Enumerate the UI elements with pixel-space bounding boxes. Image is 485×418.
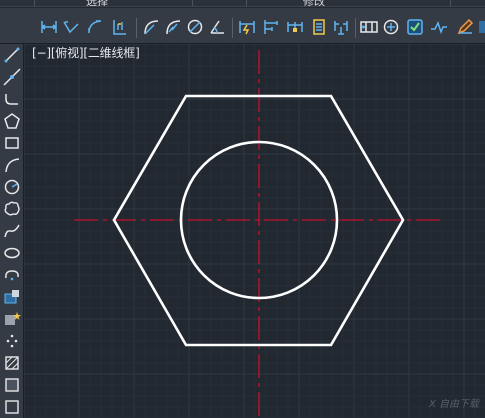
inspection-icon[interactable] [406, 18, 424, 36]
viewport-controls-label[interactable]: [−][俯视][二维线框] [32, 44, 140, 61]
ribbon-tab-strip: 选择 修改 [0, 0, 485, 7]
ellipse-arc-icon[interactable] [3, 266, 21, 284]
line-icon[interactable] [3, 46, 21, 64]
drawing-canvas[interactable]: [−][俯视][二维线框] [24, 44, 485, 418]
table-icon[interactable] [3, 398, 21, 416]
ribbon-tab-modify[interactable]: 修改 [303, 0, 325, 6]
arc-icon[interactable] [3, 156, 21, 174]
dimension-aligned-icon[interactable] [62, 18, 80, 36]
dimension-break-icon[interactable] [332, 18, 350, 36]
hatch-icon[interactable] [3, 354, 21, 372]
insert-block-icon[interactable] [3, 288, 21, 306]
circle-icon[interactable] [3, 178, 21, 196]
dimension-radius-icon[interactable] [142, 18, 160, 36]
polyline-icon[interactable] [3, 90, 21, 108]
dimension-ordinate-icon[interactable] [110, 18, 128, 36]
toolbar-separator [232, 18, 233, 38]
dimension-toolbar [0, 8, 485, 44]
ribbon-tab-select[interactable]: 选择 [86, 0, 108, 6]
jogged-linear-icon[interactable] [430, 18, 448, 36]
dimension-edit-icon[interactable] [456, 18, 474, 36]
toolbar-separator [355, 18, 356, 38]
quick-dimension-icon[interactable] [238, 18, 256, 36]
center-mark-icon[interactable] [382, 18, 400, 36]
grid [24, 44, 485, 418]
continue-dimension-icon[interactable] [286, 18, 304, 36]
ellipse-icon[interactable] [3, 244, 21, 262]
dimension-arc-icon[interactable] [86, 18, 104, 36]
tab-divider [34, 0, 35, 6]
dimension-linear-icon[interactable] [40, 18, 58, 36]
rectangle-icon[interactable] [3, 134, 21, 152]
model-space[interactable] [24, 44, 485, 418]
construction-line-icon[interactable] [3, 68, 21, 86]
revision-cloud-icon[interactable] [3, 200, 21, 218]
tab-divider [192, 0, 193, 6]
cad-application: 选择 修改 [−][俯视][二维线框] X 自由下载 [0, 0, 485, 418]
dimension-jogged-icon[interactable] [164, 18, 182, 36]
watermark: X 自由下载 [428, 399, 479, 410]
baseline-dimension-icon[interactable] [262, 18, 280, 36]
spline-icon[interactable] [3, 222, 21, 240]
dimension-space-icon[interactable] [310, 18, 328, 36]
draw-toolbar [0, 44, 24, 418]
tab-divider [450, 0, 451, 6]
make-block-icon[interactable] [3, 310, 21, 328]
tolerance-icon[interactable] [360, 18, 378, 36]
toolbar-separator [136, 18, 137, 38]
dimension-angular-icon[interactable] [208, 18, 226, 36]
tab-divider [246, 0, 247, 6]
dimension-style-icon[interactable] [478, 18, 485, 36]
region-icon[interactable] [3, 376, 21, 394]
point-icon[interactable] [3, 332, 21, 350]
polygon-icon[interactable] [3, 112, 21, 130]
dimension-diameter-icon[interactable] [186, 18, 204, 36]
